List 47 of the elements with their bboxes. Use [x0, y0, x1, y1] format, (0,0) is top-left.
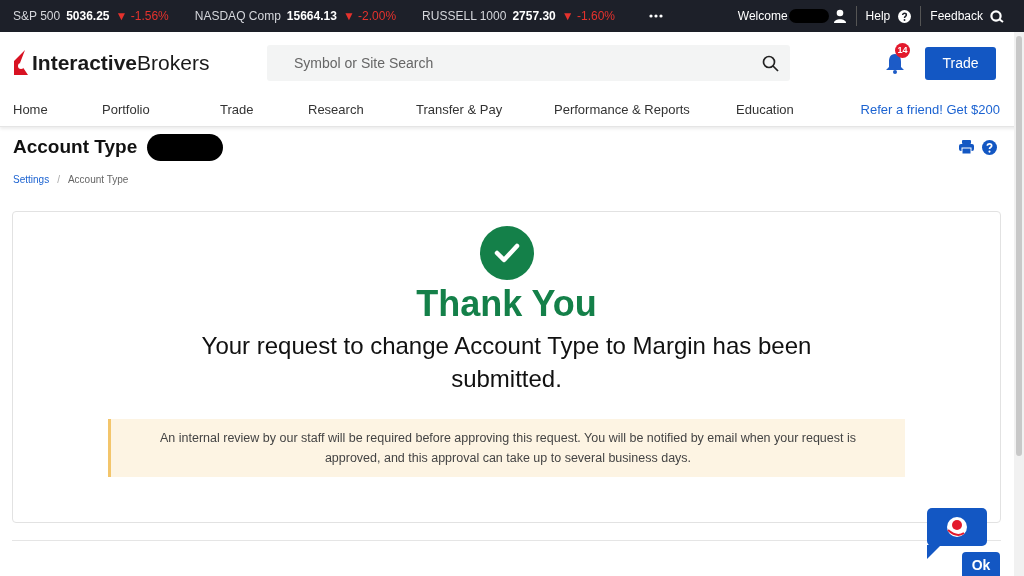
- review-notice: An internal review by our staff will be required before approving this request. You will be notified by email when your request is approved, and this approval can take up to several business days.: [108, 419, 905, 477]
- nav-link[interactable]: Home: [13, 102, 48, 118]
- refer-link[interactable]: Refer a friend! Get $200: [860, 100, 1000, 120]
- thank-you-heading: Thank You: [416, 282, 597, 326]
- notification-badge: 14: [895, 43, 910, 58]
- logo-text[interactable]: InteractiveBrokers: [32, 47, 210, 79]
- search-field[interactable]: Symbol or Site Search: [267, 45, 790, 81]
- nav-link[interactable]: Transfer & Pay: [416, 102, 503, 118]
- help-link[interactable]: Help: [865, 7, 891, 25]
- nav-link[interactable]: Education: [736, 102, 794, 118]
- confirmation-message: Your request to change Account Type to Margin has been submitted.: [200, 331, 813, 394]
- breadcrumb-current: Account Type: [67, 173, 129, 187]
- user-icon[interactable]: [832, 9, 847, 23]
- ok-button[interactable]: Ok: [962, 552, 1000, 576]
- ticker-name: NASDAQ Comp: [194, 8, 281, 25]
- welcome-text: Welcome: [737, 8, 788, 25]
- feedback-icon[interactable]: [990, 9, 1004, 23]
- breadcrumb-separator: /: [57, 173, 60, 187]
- nav-link[interactable]: Trade: [220, 102, 254, 118]
- print-icon[interactable]: [959, 140, 974, 154]
- page-title: Account Type: [13, 134, 138, 159]
- trade-button[interactable]: Trade: [925, 46, 996, 80]
- help-icon[interactable]: [982, 139, 997, 155]
- check-icon: [479, 226, 534, 280]
- ticker-name: RUSSELL 1000: [422, 8, 507, 25]
- logo-icon: [12, 49, 30, 77]
- chat-bubble-tail: [927, 545, 941, 559]
- search-icon[interactable]: [762, 55, 779, 72]
- ticker-change: ▼ -2.00%: [342, 8, 397, 25]
- chat-logo-icon: [946, 516, 968, 538]
- scrollbar-thumb[interactable]: [1016, 36, 1022, 456]
- nav-link[interactable]: Portfolio: [102, 102, 150, 118]
- breadcrumb-link[interactable]: Settings: [13, 172, 50, 187]
- feedback-link[interactable]: Feedback: [930, 7, 983, 25]
- bell-icon[interactable]: [885, 52, 905, 74]
- ticker-name: S&P 500: [13, 8, 61, 25]
- ticker-value: 2757.30: [512, 8, 556, 25]
- more-icon[interactable]: [649, 14, 663, 18]
- ticker-value: 15664.13: [286, 8, 337, 25]
- chat-bubble[interactable]: [927, 508, 987, 546]
- nav-link[interactable]: Research: [308, 102, 364, 118]
- nav-link[interactable]: Performance & Reports: [554, 102, 690, 118]
- ticker-value: 5036.25: [66, 8, 110, 25]
- ticker-change: ▼ -1.56%: [115, 8, 169, 25]
- ticker-change: ▼ -1.60%: [561, 8, 615, 25]
- help-icon[interactable]: [898, 9, 912, 23]
- redaction-bar: [788, 9, 829, 23]
